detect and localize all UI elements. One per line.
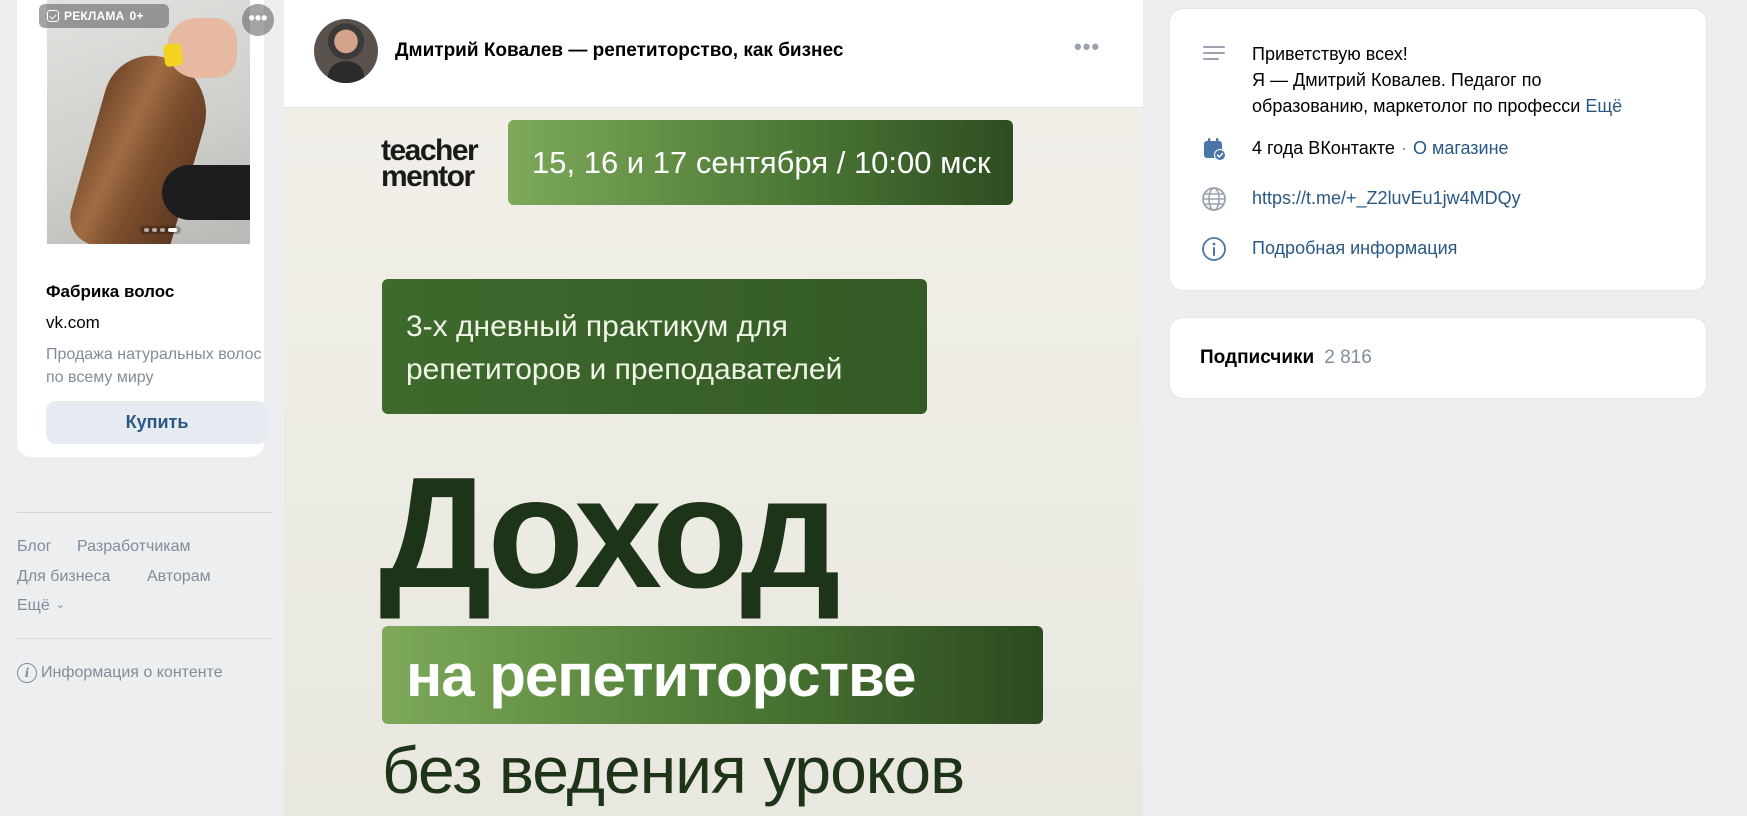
footer-more-label: Ещё: [17, 597, 50, 614]
info-icon: [1202, 237, 1226, 261]
content-info-link[interactable]: i Информация о контенте: [17, 663, 223, 683]
banner-headline: Доход: [379, 445, 841, 621]
ad-badge-label: РЕКЛАМА: [64, 9, 125, 23]
footer-divider: [17, 512, 273, 513]
footer-link-business[interactable]: Для бизнеса: [17, 568, 110, 586]
footer-divider: [17, 638, 273, 639]
ad-more-icon[interactable]: •••: [242, 4, 274, 36]
banner-headline-bottom: без ведения уроков: [382, 733, 965, 807]
brand-logo: teacher mentor: [381, 134, 479, 193]
about-more-link[interactable]: Ещё: [1585, 96, 1622, 116]
author-avatar[interactable]: [314, 19, 378, 83]
shop-link[interactable]: О магазине: [1413, 138, 1509, 158]
footer-link-blog[interactable]: Блог: [17, 538, 52, 556]
community-info-card: Приветствую всех! Я — Дмитрий Ковалев. П…: [1169, 8, 1707, 291]
info-icon: i: [17, 663, 37, 683]
carousel-dots: [140, 226, 181, 234]
details-row: Подробная информация: [1200, 235, 1457, 263]
subscribers-card[interactable]: Подписчики 2 816: [1169, 317, 1707, 399]
buy-button[interactable]: Купить: [46, 401, 268, 444]
ad-badge: РЕКЛАМА 0+: [39, 4, 169, 28]
ad-age-label: 0+: [129, 9, 144, 23]
about-row: Приветствую всех! Я — Дмитрий Ковалев. П…: [1200, 41, 1692, 119]
ad-check-icon: [47, 10, 59, 22]
ad-domain: vk.com: [46, 313, 100, 332]
banner-practicum: 3-х дневный практикум для репетиторов и …: [382, 279, 927, 414]
footer-link-developers[interactable]: Разработчикам: [77, 538, 191, 556]
post-more-icon[interactable]: •••: [1074, 34, 1100, 60]
calendar-check-icon: [1204, 138, 1226, 161]
years-row: 4 года ВКонтакте · О магазине: [1200, 135, 1509, 163]
hair-band-shape: [162, 42, 184, 68]
url-row: https://t.me/+_Z2luvEu1jw4MDQy: [1200, 185, 1521, 213]
post-header: Дмитрий Ковалев — репетиторство, как биз…: [284, 0, 1143, 108]
footer-link-authors[interactable]: Авторам: [147, 568, 211, 586]
about-text: Приветствую всех! Я — Дмитрий Ковалев. П…: [1252, 44, 1623, 116]
banner-dates: 15, 16 и 17 сентября / 10:00 мск: [508, 120, 1013, 205]
ad-card[interactable]: РЕКЛАМА 0+ ••• Фабрика волос vk.com Прод…: [17, 0, 274, 457]
content-info-label: Информация о контенте: [41, 664, 223, 681]
text-lines-icon: [1203, 46, 1225, 60]
post-banner-image[interactable]: teacher mentor 15, 16 и 17 сентября / 10…: [284, 108, 1143, 816]
details-link[interactable]: Подробная информация: [1252, 235, 1457, 261]
ad-image[interactable]: [47, 0, 250, 244]
banner-headline-highlight: на репетиторстве: [382, 626, 1043, 724]
ad-description: Продажа натуральных волос по всему миру: [46, 346, 262, 386]
post-author[interactable]: Дмитрий Ковалев — репетиторство, как биз…: [395, 40, 843, 62]
ad-title[interactable]: Фабрика волос: [46, 282, 174, 302]
glove-shape: [162, 165, 250, 220]
community-url-link[interactable]: https://t.me/+_Z2luvEu1jw4MDQy: [1252, 185, 1521, 211]
chevron-down-icon: ⌄: [55, 599, 65, 611]
globe-icon: [1202, 187, 1226, 211]
years-text: 4 года ВКонтакте · О магазине: [1252, 138, 1509, 158]
footer-more-button[interactable]: Ещё ⌄: [17, 597, 65, 615]
subscribers-count: 2 816: [1324, 347, 1372, 368]
subscribers-label: Подписчики: [1200, 347, 1315, 368]
